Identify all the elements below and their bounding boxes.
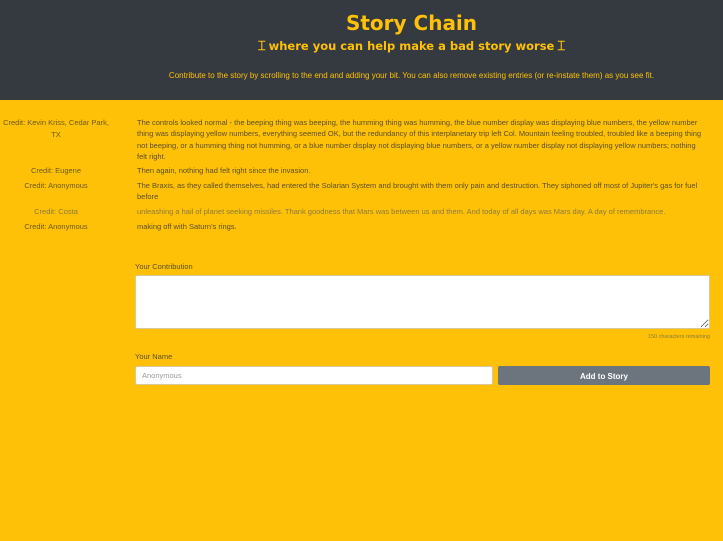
instructions-text: Contribute to the story by scrolling to … bbox=[168, 71, 655, 80]
entry-text: unleashing a hail of planet seeking miss… bbox=[137, 206, 666, 216]
name-input[interactable] bbox=[135, 366, 493, 385]
contribution-form: Your Contribution 150 characters remaini… bbox=[135, 262, 710, 385]
entry-text: The Braxis, as they called themselves, h… bbox=[137, 181, 698, 202]
story-entry[interactable]: Credit: Anonymous making off with Saturn'… bbox=[0, 221, 723, 233]
page-title: Story Chain bbox=[345, 11, 478, 35]
page-header: Story Chain ⌶ where you can help make a b… bbox=[0, 0, 723, 100]
characters-remaining: 150 characters remaining bbox=[647, 334, 710, 340]
add-to-story-button[interactable]: Add to Story bbox=[498, 366, 710, 385]
entry-text: Then again, nothing had felt right since… bbox=[137, 166, 311, 176]
story-entry[interactable]: Credit: Costa unleashing a hail of planet… bbox=[0, 206, 723, 218]
entry-credit: Credit: Anonymous bbox=[24, 181, 88, 191]
entry-credit: Credit: Eugene bbox=[30, 166, 82, 176]
entry-credit: Credit: Kevin Kriss, Cedar Park, TX bbox=[3, 118, 109, 139]
subtitle-text: where you can help make a bad story wors… bbox=[268, 39, 555, 53]
contribution-textarea[interactable] bbox=[135, 275, 710, 329]
entry-credit: Credit: Anonymous bbox=[24, 221, 88, 231]
entry-text: The controls looked normal - the beeping… bbox=[137, 118, 702, 161]
story-entry[interactable]: Credit: Eugene Then again, nothing had fe… bbox=[0, 165, 723, 177]
text-cursor-icon: ⌶ bbox=[557, 39, 566, 54]
entry-text: making off with Saturn's rings. bbox=[137, 221, 237, 231]
story-entry[interactable]: Credit: Kevin Kriss, Cedar Park, TX The c… bbox=[0, 117, 723, 162]
page-subtitle: ⌶ where you can help make a bad story wor… bbox=[0, 39, 723, 54]
name-label: Your Name bbox=[135, 352, 173, 361]
entry-credit: Credit: Costa bbox=[34, 206, 78, 216]
story-entries: Credit: Kevin Kriss, Cedar Park, TX The c… bbox=[0, 117, 723, 236]
story-entry[interactable]: Credit: Anonymous The Braxis, as they cal… bbox=[0, 180, 723, 203]
text-cursor-icon: ⌶ bbox=[257, 39, 266, 54]
contribution-label: Your Contribution bbox=[135, 262, 193, 271]
